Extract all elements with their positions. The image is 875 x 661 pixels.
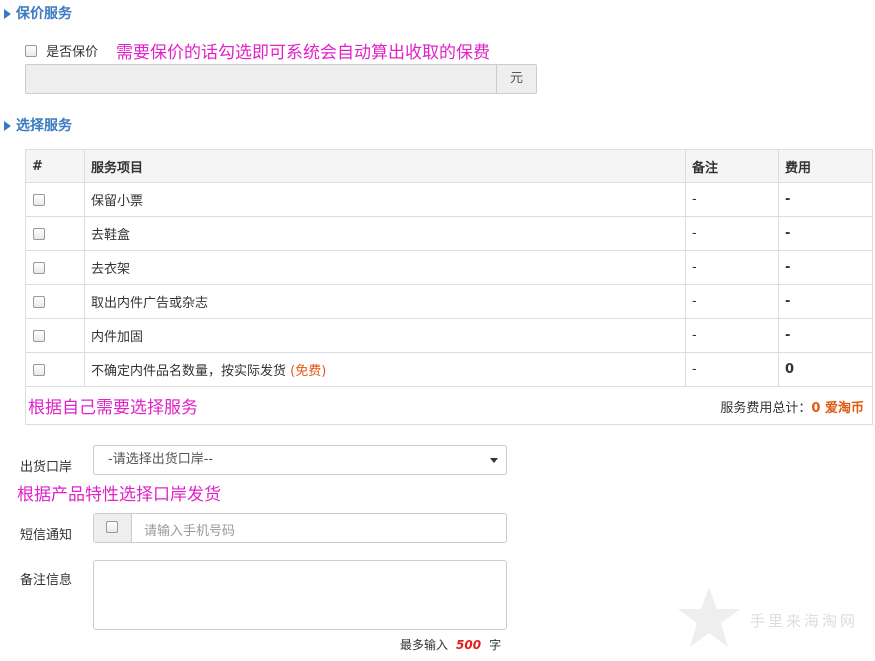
table-row: 取出内件广告或杂志 - - [25,284,873,319]
table-row: 去衣架 - - [25,250,873,285]
service-checkbox[interactable] [33,261,45,274]
watermark-text: 手里来海淘网 [750,612,859,630]
port-label: 出货口岸 [20,460,73,475]
port-annotation: 根据产品特性选择口岸发货 [17,485,221,505]
port-selected-value: -请选择出货口岸-- [108,452,214,467]
table-row: 内件加固 - - [25,318,873,353]
sms-input-group: 请输入手机号码 [93,513,507,543]
col-header-index: # [25,149,85,183]
port-select[interactable]: -请选择出货口岸-- [93,445,507,475]
service-name: 去衣架 [84,250,686,285]
service-name-cell: 不确定内件品名数量，按实际发货 (免费) [84,352,686,387]
sms-checkbox-addon [94,514,132,542]
service-note: - [685,284,779,319]
service-note: - [685,352,779,387]
service-fee: - [778,318,873,353]
max-length-suffix: 字 [489,638,502,652]
service-name: 内件加固 [84,318,686,353]
total-label: 服务费用总计： [720,401,812,416]
col-header-fee: 费用 [778,149,873,183]
total-value: 0 爱淘币 [811,401,864,416]
phone-input[interactable]: 请输入手机号码 [144,520,235,539]
sms-label: 短信通知 [20,528,73,543]
services-section-title: 选择服务 [4,115,72,135]
max-length-prefix: 最多输入 [400,638,449,652]
insurance-checkbox-row[interactable]: 是否保价 [25,41,98,60]
sms-checkbox[interactable] [106,521,118,533]
service-fee: - [778,216,873,251]
service-name: 不确定内件品名数量，按实际发货 [91,364,287,379]
watermark-star-icon [678,587,740,647]
service-checkbox[interactable] [33,363,45,376]
services-total: 服务费用总计：0 爱淘币 [720,397,864,416]
insurance-checkbox[interactable] [25,44,37,57]
services-annotation: 根据自己需要选择服务 [28,398,198,418]
insurance-amount-field[interactable]: 元 [25,64,537,94]
col-header-note: 备注 [685,149,779,183]
insurance-section-title: 保价服务 [4,3,72,23]
col-header-service: 服务项目 [84,149,686,183]
insurance-annotation: 需要保价的话勾选即可系统会自动算出收取的保费 [116,43,490,63]
service-name: 保留小票 [84,182,686,217]
service-note: - [685,182,779,217]
table-row: 保留小票 - - [25,182,873,217]
free-tag: (免费) [290,364,327,379]
service-fee: - [778,250,873,285]
insurance-checkbox-label: 是否保价 [46,45,99,60]
service-note: - [685,216,779,251]
service-checkbox[interactable] [33,193,45,206]
service-note: - [685,318,779,353]
notes-label: 备注信息 [20,573,73,588]
section-arrow-icon [4,9,11,19]
table-row: 去鞋盒 - - [25,216,873,251]
service-checkbox[interactable] [33,295,45,308]
table-header-row: # 服务项目 备注 费用 [25,149,873,183]
notes-textarea[interactable] [93,560,507,630]
table-row: 不确定内件品名数量，按实际发货 (免费) - 0 [25,352,873,387]
service-note: - [685,250,779,285]
max-length-hint: 最多输入 500 字 [400,636,501,653]
service-fee: 0 [778,352,873,387]
insurance-unit-addon: 元 [496,65,536,93]
service-checkbox[interactable] [33,329,45,342]
caret-down-icon [490,458,498,463]
max-length-count: 500 [456,638,482,652]
service-fee: - [778,284,873,319]
service-name: 去鞋盒 [84,216,686,251]
service-name: 取出内件广告或杂志 [84,284,686,319]
section-arrow-icon [4,121,11,131]
service-checkbox[interactable] [33,227,45,240]
service-fee: - [778,182,873,217]
services-table: # 服务项目 备注 费用 保留小票 - - 去鞋盒 - - 去衣架 - - 取出… [25,149,873,387]
